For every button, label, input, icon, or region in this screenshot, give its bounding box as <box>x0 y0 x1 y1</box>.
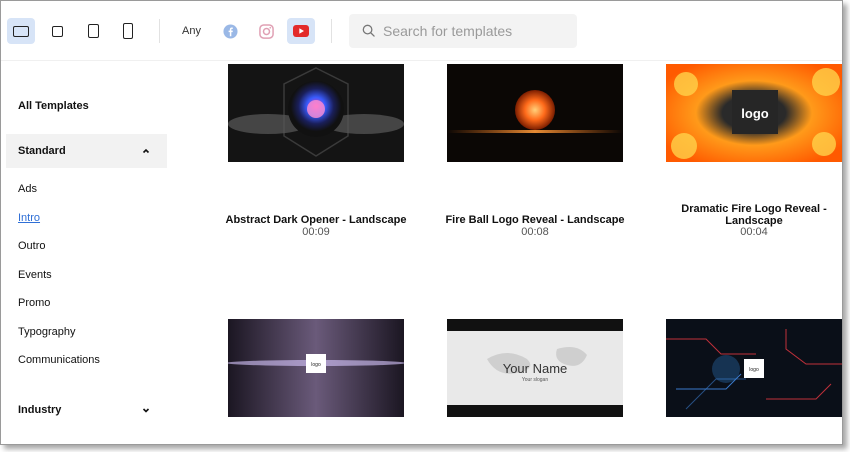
thumbnail-logo-text: logo <box>311 362 321 368</box>
platform-youtube-button[interactable] <box>287 18 315 44</box>
toolbar-divider <box>331 19 332 43</box>
template-thumbnail[interactable] <box>228 64 404 162</box>
chevron-up-icon <box>142 148 150 154</box>
industry-section-toggle[interactable]: Industry <box>6 393 167 427</box>
your-name-thumbnail: Your Name Your slogan <box>447 319 623 417</box>
toolbar-divider <box>159 19 160 43</box>
search-input[interactable] <box>383 14 569 48</box>
template-duration: 00:04 <box>740 226 768 238</box>
thumbnail-name-text: Your Name <box>503 361 568 376</box>
format-square-button[interactable] <box>43 18 71 44</box>
sidebar-item-ads[interactable]: Ads <box>18 183 37 195</box>
format-vertical-button[interactable] <box>114 18 142 44</box>
template-title: Fire Ball Logo Reveal - Landscape <box>445 214 625 226</box>
search-icon <box>362 24 375 37</box>
instagram-icon <box>258 23 274 39</box>
template-duration: 00:08 <box>521 226 549 238</box>
light-flare-thumbnail: logo <box>228 319 404 417</box>
format-portrait-button[interactable] <box>79 18 107 44</box>
all-templates-link[interactable]: All Templates <box>18 100 89 112</box>
template-thumbnail[interactable]: Your Name Your slogan <box>447 319 623 417</box>
template-title: Abstract Dark Opener - Landscape <box>225 214 407 226</box>
dramatic-fire-thumbnail: logo <box>666 64 842 162</box>
template-search <box>349 14 577 48</box>
circuit-thumbnail: logo <box>666 319 842 417</box>
format-landscape-button[interactable] <box>7 18 35 44</box>
template-thumbnail[interactable]: logo <box>666 64 842 162</box>
platform-facebook-button[interactable] <box>216 18 244 44</box>
template-duration: 00:09 <box>302 226 330 238</box>
app-window: Any Search for templates All Templates S… <box>0 0 843 445</box>
sidebar-item-outro[interactable]: Outro <box>18 240 46 252</box>
thumbnail-logo-text: logo <box>741 106 768 121</box>
template-thumbnail[interactable]: logo <box>666 319 842 417</box>
youtube-icon <box>293 25 309 37</box>
abstract-dark-thumbnail <box>228 64 404 162</box>
thumbnail-slogan-text: Your slogan <box>522 377 548 383</box>
sidebar-item-typography[interactable]: Typography <box>18 326 75 338</box>
sidebar-item-intro[interactable]: Intro <box>18 212 40 224</box>
square-format-icon <box>51 25 63 37</box>
fire-ball-thumbnail <box>447 64 623 162</box>
section-label: Industry <box>18 404 62 416</box>
thumbnail-logo-text: logo <box>749 367 759 373</box>
template-thumbnail[interactable]: logo <box>228 319 404 417</box>
sidebar-item-events[interactable]: Events <box>18 269 52 281</box>
landscape-format-icon <box>13 25 29 37</box>
platform-any-button[interactable]: Any <box>182 25 201 37</box>
standard-section-toggle[interactable]: Standard <box>6 134 167 168</box>
platform-instagram-button[interactable] <box>252 18 280 44</box>
portrait-format-icon <box>87 24 99 38</box>
filter-toolbar: Any <box>1 1 842 61</box>
template-title: Dramatic Fire Logo Reveal - Landscape <box>681 203 827 227</box>
sidebar-item-promo[interactable]: Promo <box>18 297 50 309</box>
vertical-format-icon <box>123 23 133 39</box>
sidebar-item-communications[interactable]: Communications <box>18 354 100 366</box>
facebook-icon <box>222 23 238 39</box>
template-thumbnail[interactable] <box>447 64 623 162</box>
chevron-down-icon <box>142 408 150 413</box>
section-label: Standard <box>18 145 66 157</box>
